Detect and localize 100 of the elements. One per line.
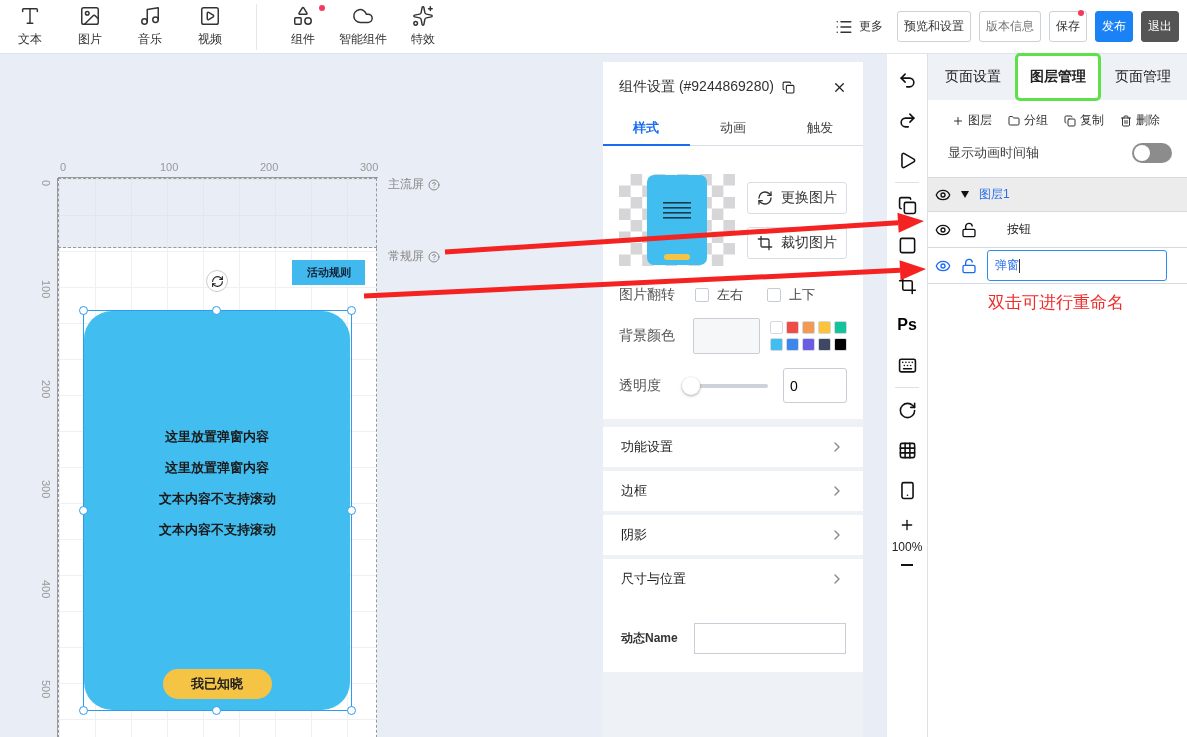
slider-thumb[interactable]: [682, 376, 701, 395]
popup-text: 文本内容不支持滚动: [158, 521, 276, 539]
layer-action[interactable]: 删除: [1120, 110, 1160, 131]
layer-action[interactable]: 分组: [1008, 110, 1048, 131]
ruler-label: 100: [160, 161, 179, 173]
toolbar-button[interactable]: 发布: [1095, 11, 1133, 42]
copy-icon: [897, 195, 917, 215]
effects-tool[interactable]: 特效: [393, 1, 453, 52]
popup-text: 文本内容不支持滚动: [158, 490, 276, 508]
resize-handle[interactable]: [212, 706, 221, 715]
color-swatch[interactable]: [818, 338, 831, 351]
resize-handle[interactable]: [347, 306, 356, 315]
field-label: 图片翻转: [619, 286, 676, 304]
color-swatch[interactable]: [802, 338, 815, 351]
popup-text: 这里放置弹窗内容: [165, 459, 269, 477]
video-tool[interactable]: 视频: [180, 1, 240, 52]
color-swatch[interactable]: [786, 338, 799, 351]
ruler-label: 100: [40, 280, 52, 299]
resize-handle[interactable]: [79, 306, 88, 315]
plus-icon: [952, 114, 964, 127]
field-label: 透明度: [619, 376, 662, 395]
rotate-icon: [210, 274, 224, 288]
color-swatch[interactable]: [818, 321, 831, 334]
unlock-icon[interactable]: [961, 221, 977, 238]
tab[interactable]: 图层管理: [1015, 54, 1100, 100]
ruler-label: 300: [360, 161, 379, 173]
resize-handle[interactable]: [347, 506, 356, 515]
image-icon: [79, 5, 101, 27]
layer-action[interactable]: 复制: [1064, 110, 1104, 131]
color-swatch[interactable]: [770, 321, 783, 334]
ruler-label: 0: [40, 180, 52, 187]
grid-icon: [897, 440, 917, 460]
resize-handle[interactable]: [212, 306, 221, 315]
tab[interactable]: 页面设置: [930, 54, 1015, 100]
toolbar-button[interactable]: 退出: [1141, 11, 1179, 42]
zone-label: 常规屏: [388, 248, 424, 265]
confirm-button[interactable]: 我已知晓: [162, 669, 272, 699]
field-label: 背景颜色: [619, 327, 676, 345]
layer-action[interactable]: 图层: [952, 110, 992, 131]
ruler-label: 500: [40, 680, 52, 699]
sparkles-icon: [412, 5, 434, 27]
image-tool[interactable]: 图片: [60, 1, 120, 52]
color-field[interactable]: [692, 318, 760, 354]
name-field[interactable]: [693, 623, 846, 654]
square-icon: [897, 235, 917, 255]
number-field[interactable]: 0: [783, 368, 847, 403]
field-label: 动态Name: [621, 630, 678, 647]
layer-name: 按钮: [1007, 221, 1031, 238]
image-button[interactable]: 更换图片: [747, 181, 847, 214]
panel-title: 组件设置 (#9244869280): [619, 78, 774, 96]
layer-group-row[interactable]: 图层1: [928, 178, 1187, 212]
toolbar-button[interactable]: 保存: [1049, 11, 1087, 42]
refresh-icon: [757, 189, 773, 206]
crop-icon: [757, 234, 773, 251]
more-menu[interactable]: 更多: [829, 11, 889, 42]
layer-row[interactable]: 弹窗: [928, 248, 1187, 284]
resize-handle[interactable]: [79, 506, 88, 515]
color-swatch[interactable]: [834, 338, 847, 351]
toggle-label: 显示动画时间轴: [948, 144, 1039, 162]
tab[interactable]: 页面管理: [1100, 54, 1185, 100]
collapsible-section[interactable]: 阴影: [603, 515, 863, 555]
checkbox[interactable]: 左右: [695, 286, 743, 304]
ruler-label: 200: [40, 380, 52, 399]
components-tool[interactable]: 组件: [273, 1, 333, 52]
music-tool[interactable]: 音乐: [120, 1, 180, 52]
ruler-label: 300: [40, 480, 52, 499]
ruler-label: 200: [260, 161, 279, 173]
resize-handle[interactable]: [79, 706, 88, 715]
color-swatch[interactable]: [786, 321, 799, 334]
zoom-level: 100%: [891, 540, 923, 554]
collapsible-section[interactable]: 尺寸与位置: [603, 559, 863, 599]
copy-icon[interactable]: [781, 80, 795, 94]
collapsible-section[interactable]: 边框: [603, 471, 863, 511]
folder-icon: [1008, 114, 1020, 127]
tab[interactable]: 触发: [776, 112, 863, 146]
text-icon: [19, 5, 41, 27]
tab[interactable]: 动画: [689, 112, 777, 146]
layer-name: 图层1: [979, 186, 1010, 203]
redo-icon: [897, 110, 917, 130]
ruler-label: 400: [40, 580, 52, 599]
undo-icon: [897, 70, 917, 90]
toolbar-button[interactable]: 版本信息: [979, 11, 1041, 42]
collapsible-section[interactable]: 功能设置: [603, 427, 863, 467]
rules-button[interactable]: 活动规则: [292, 260, 365, 285]
text-tool[interactable]: 文本: [0, 1, 60, 52]
ai-tool[interactable]: 智能组件: [333, 1, 393, 52]
resize-handle[interactable]: [347, 706, 356, 715]
photoshop-tool[interactable]: Ps: [887, 305, 927, 345]
music-note-icon: [139, 5, 161, 27]
checkbox[interactable]: 上下: [767, 286, 815, 304]
color-swatch[interactable]: [834, 321, 847, 334]
color-swatch[interactable]: [770, 338, 783, 351]
rename-field[interactable]: 弹窗: [987, 250, 1167, 281]
timeline-switch[interactable]: [1132, 143, 1172, 163]
color-swatch[interactable]: [802, 321, 815, 334]
caret-down-icon[interactable]: [961, 191, 969, 198]
rotate-icon: [897, 400, 917, 420]
zoom-in-icon: [899, 517, 915, 533]
shapes-icon: [292, 5, 314, 27]
toolbar-button[interactable]: 预览和设置: [897, 11, 971, 42]
